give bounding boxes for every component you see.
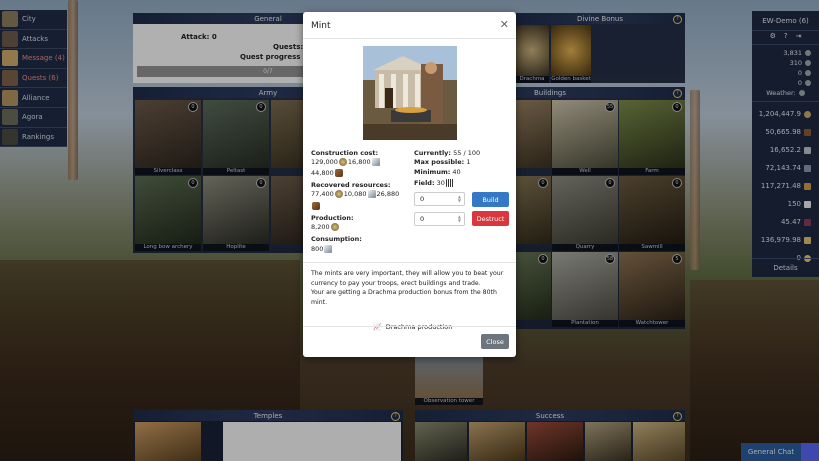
consumption-label: Consumption: xyxy=(311,235,362,243)
recovered-resources-label: Recovered resources: xyxy=(311,181,391,189)
max-possible-row: Max possible: 1 xyxy=(414,158,471,166)
drachma-production-link[interactable]: 📈 Drachma production xyxy=(373,323,452,331)
currently-row: Currently: 55 / 100 xyxy=(414,149,481,157)
recovered-resources-values: 77,400 10,080 26,880 xyxy=(311,190,400,198)
close-button[interactable]: Close xyxy=(481,334,509,349)
construction-cost-wood: 44,800 xyxy=(311,169,344,177)
drachma-icon xyxy=(334,190,343,198)
close-icon[interactable]: ✕ xyxy=(500,18,509,31)
wood-icon xyxy=(334,169,343,177)
production-value: 8,200 xyxy=(311,223,340,231)
build-button[interactable]: Build xyxy=(472,192,509,207)
mint-image xyxy=(363,46,457,140)
stone-icon xyxy=(324,245,333,253)
mint-dialog: Mint ✕ Construction cost: 129,000 16,800… xyxy=(303,12,516,357)
divider xyxy=(303,38,516,39)
build-quantity-input[interactable]: 0 ▲ ▼ xyxy=(414,192,465,206)
minimum-row: Minimum: 40 xyxy=(414,168,461,176)
field-row: Field: 30 xyxy=(414,179,455,187)
destruct-quantity-input[interactable]: 0 ▲ ▼ xyxy=(414,212,465,226)
field-icon xyxy=(445,179,454,187)
stone-icon xyxy=(371,158,380,166)
chart-icon: 📈 xyxy=(373,323,382,331)
divider xyxy=(303,326,516,327)
stepper-icon[interactable]: ▲ ▼ xyxy=(458,195,461,203)
production-label: Production: xyxy=(311,214,354,222)
consumption-value: 800 xyxy=(311,245,333,253)
stepper-icon[interactable]: ▲ ▼ xyxy=(458,215,461,223)
divider xyxy=(303,262,516,263)
destruct-button[interactable]: Destruct xyxy=(472,211,509,226)
construction-cost-label: Construction cost: xyxy=(311,149,379,157)
recovered-resources-wood xyxy=(311,202,321,210)
drachma-icon xyxy=(338,158,347,166)
stone-icon xyxy=(367,190,376,198)
drachma-icon xyxy=(330,223,339,231)
wood-icon xyxy=(312,202,320,210)
dialog-title: Mint xyxy=(311,21,331,31)
construction-cost-values: 129,000 16,800 xyxy=(311,158,381,166)
description-text: The mints are very important, they will … xyxy=(311,270,504,306)
